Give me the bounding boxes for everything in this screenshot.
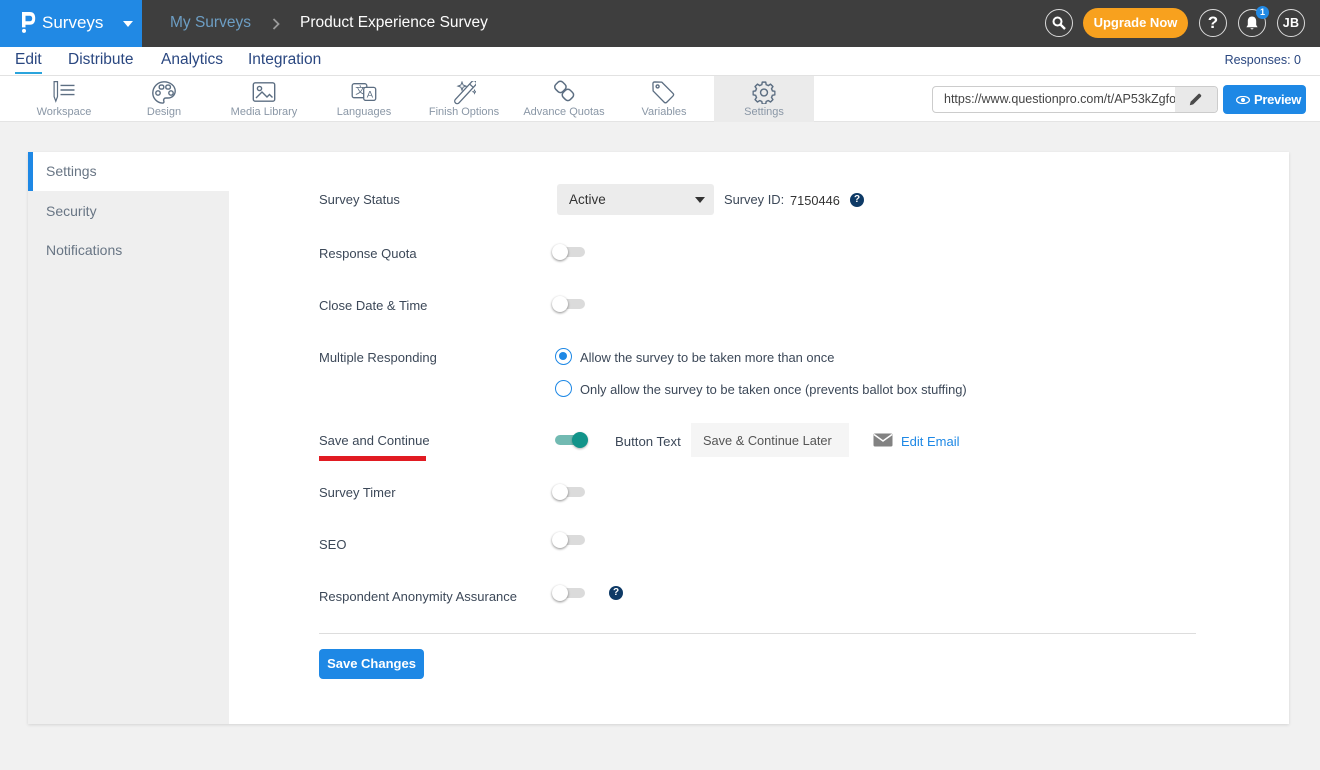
svg-text:A: A <box>367 90 374 101</box>
